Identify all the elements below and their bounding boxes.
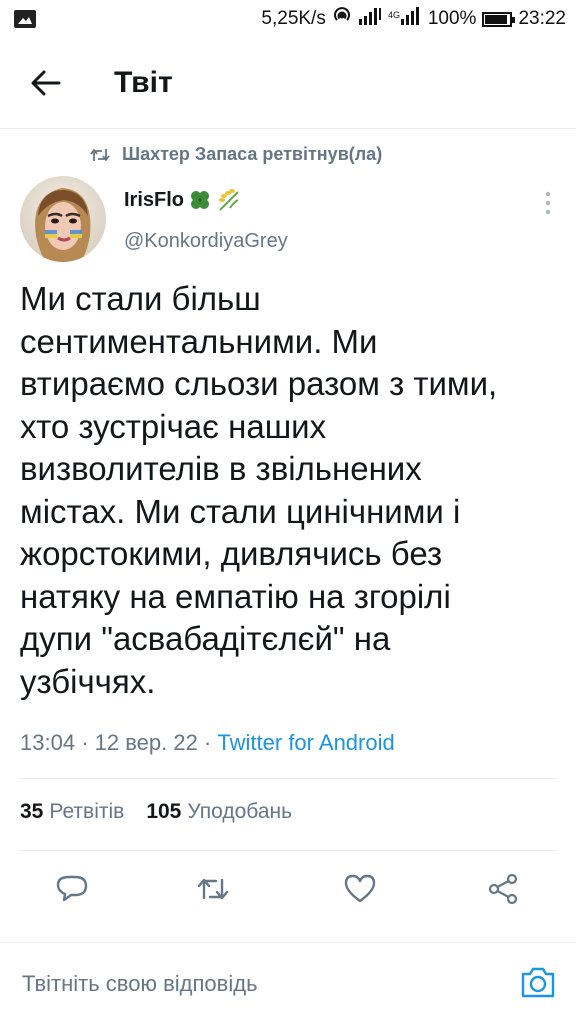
app-bar: Твіт xyxy=(0,38,576,129)
heart-icon xyxy=(344,874,376,903)
signal-icon xyxy=(358,7,382,31)
image-icon xyxy=(14,10,36,28)
tweet-actions xyxy=(0,862,576,916)
tweet-text: Ми стали більш сентиментальними. Ми втир… xyxy=(20,280,498,700)
author-name: IrisFlo xyxy=(124,188,185,211)
like-button[interactable] xyxy=(343,872,377,906)
camera-icon xyxy=(521,967,555,998)
reply-button[interactable] xyxy=(55,872,89,906)
clock: 23:22 xyxy=(518,8,566,29)
share-icon xyxy=(488,873,518,905)
likes-stat[interactable]: 105 Уподобань xyxy=(146,800,292,824)
share-button[interactable] xyxy=(486,872,520,906)
tweet-meta: 13:04 · 12 вер. 22 · Twitter for Android xyxy=(20,730,395,756)
author-name-row[interactable]: IrisFlo xyxy=(124,188,242,212)
retweets-stat[interactable]: 35 Ретвітів xyxy=(20,800,124,824)
camera-button[interactable] xyxy=(520,965,556,999)
retweeted-by-label: Шахтер Запаса ретвітнув(ла) xyxy=(122,144,383,164)
arrow-left-icon xyxy=(31,70,61,96)
svg-text:4G: 4G xyxy=(388,10,400,20)
tweet-client-link[interactable]: Twitter for Android xyxy=(217,730,394,755)
likes-count: 105 xyxy=(146,800,182,823)
reply-bar: Твітніть свою відповідь xyxy=(0,942,576,1025)
four-leaf-clover-icon xyxy=(191,191,210,209)
reply-icon xyxy=(56,875,88,902)
hotspot-icon xyxy=(332,6,352,32)
back-button[interactable] xyxy=(18,55,74,111)
tweet-time: 13:04 xyxy=(20,730,76,755)
author-handle[interactable]: @KonkordiyaGrey xyxy=(124,230,288,253)
tweet-date: 12 вер. 22 xyxy=(94,730,198,755)
meta-separator: · xyxy=(81,730,89,755)
divider xyxy=(20,778,556,779)
meta-separator: · xyxy=(203,730,212,755)
retweets-label: Ретвітів xyxy=(49,800,125,823)
more-options-icon[interactable] xyxy=(542,190,554,216)
retweets-count: 35 xyxy=(20,800,44,823)
tweet-stats: 35 Ретвітів 105 Уподобань xyxy=(20,800,292,824)
retweet-button[interactable] xyxy=(196,872,230,906)
retweet-icon xyxy=(197,878,229,900)
reply-input[interactable]: Твітніть свою відповідь xyxy=(22,971,258,997)
rice-stalk-icon xyxy=(219,189,239,211)
4g-signal-icon: 4G xyxy=(388,7,422,31)
retweet-context[interactable]: Шахтер Запаса ретвітнув(ла) xyxy=(90,144,382,165)
network-speed: 5,25K/s xyxy=(261,8,326,29)
page-title: Твіт xyxy=(114,66,173,99)
retweet-icon xyxy=(90,148,110,161)
divider xyxy=(20,850,556,851)
battery-icon xyxy=(482,11,516,27)
tweet-author: IrisFlo @KonkordiyaGrey xyxy=(20,176,560,266)
battery-percent: 100% xyxy=(427,8,477,29)
status-bar: 5,25K/s 4G 100% 23:22 xyxy=(0,0,576,38)
likes-label: Уподобань xyxy=(187,800,293,823)
avatar[interactable] xyxy=(20,176,106,262)
